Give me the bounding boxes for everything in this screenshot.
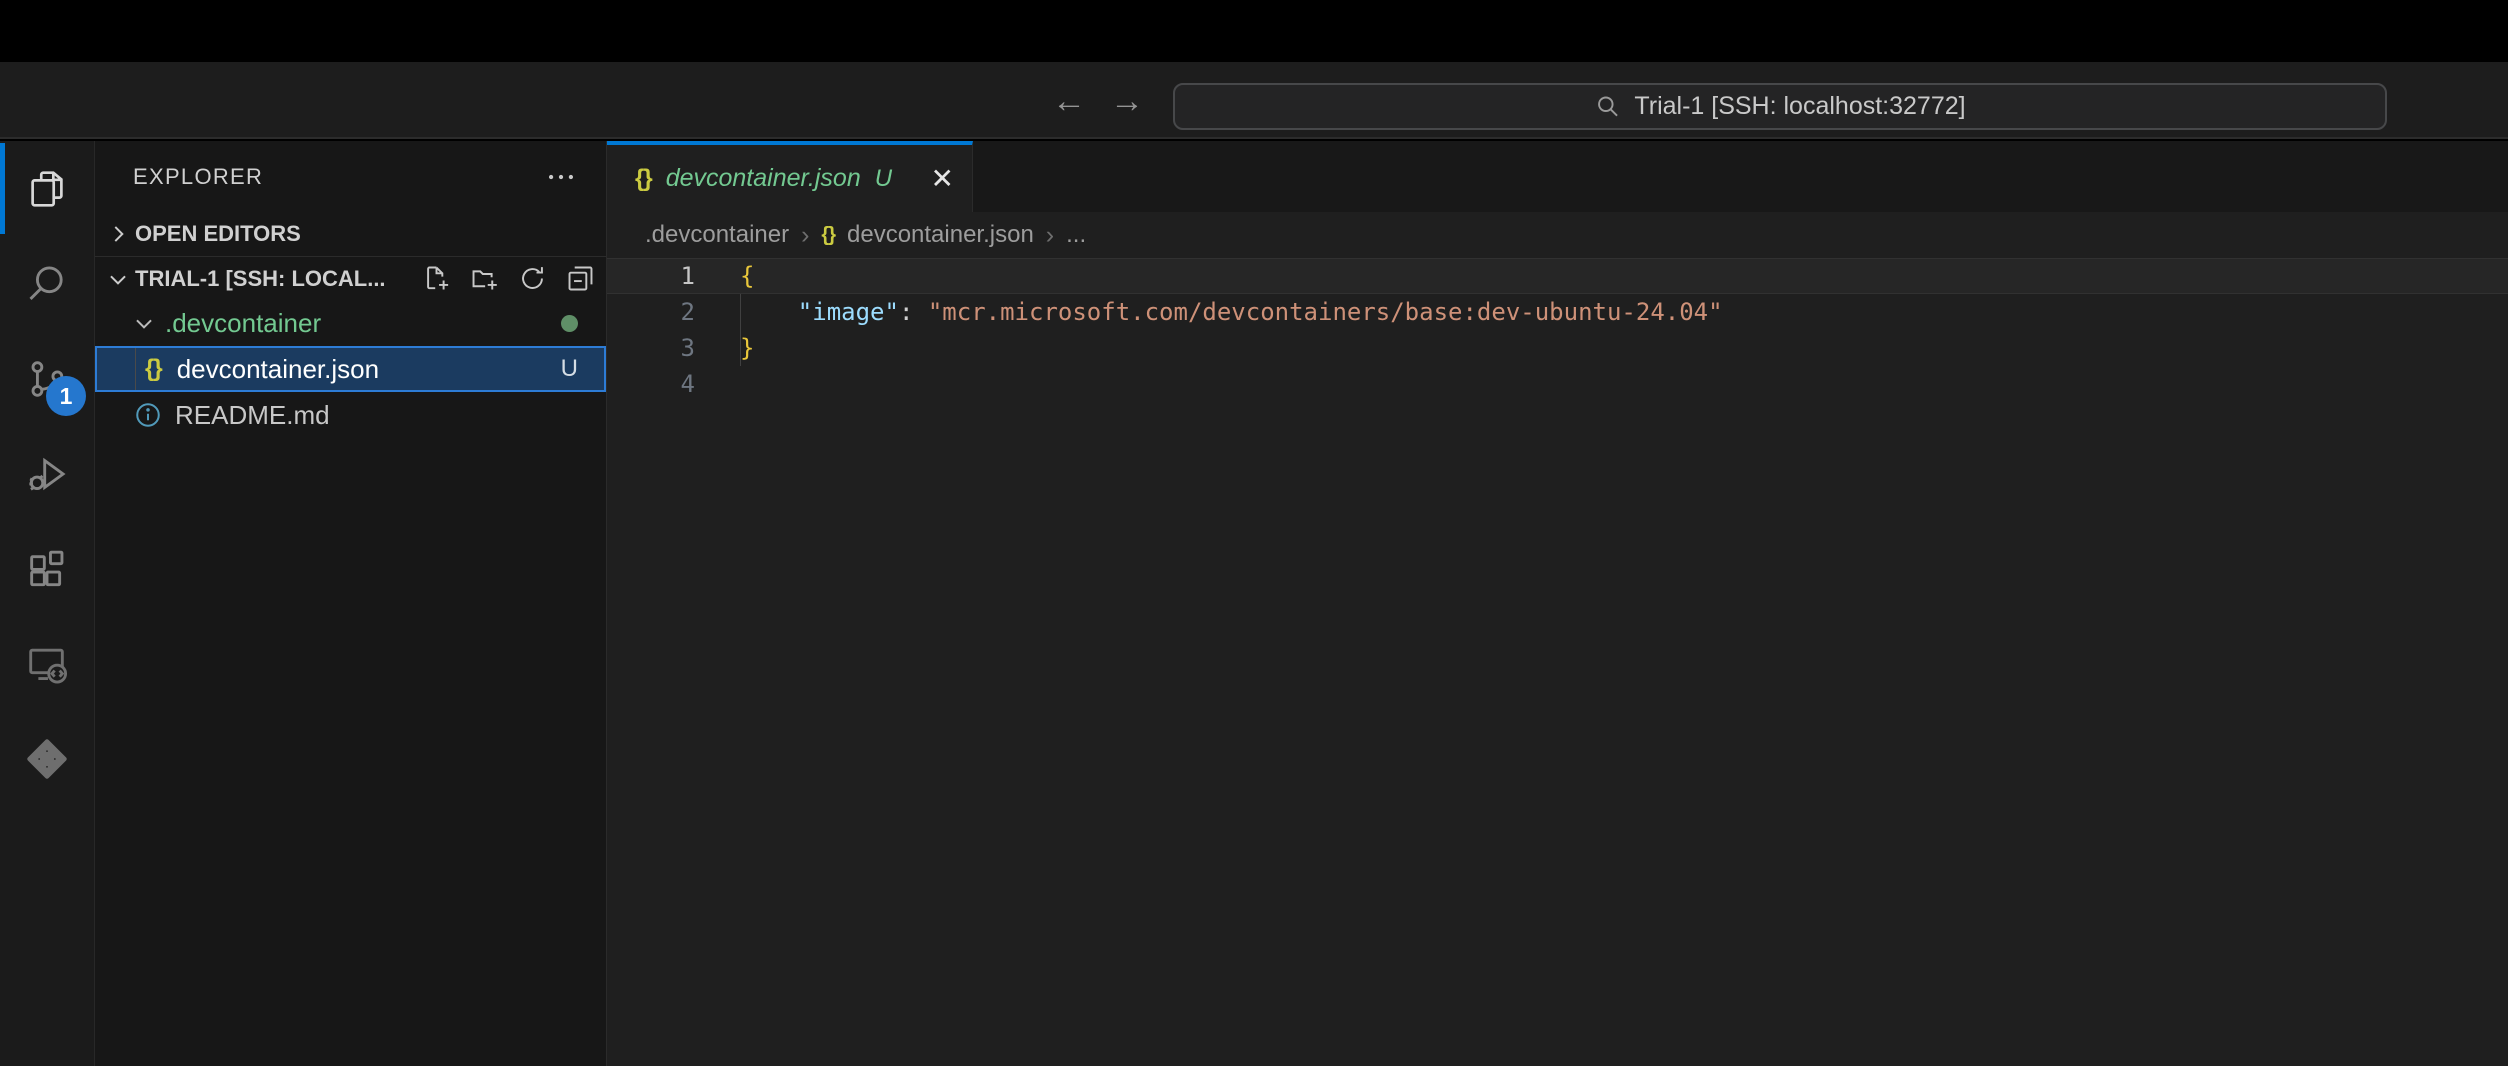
code-token: "image" <box>798 298 899 326</box>
screen-top-black-strip <box>0 0 2508 62</box>
code-token: } <box>740 334 754 362</box>
git-untracked-badge: U <box>561 355 578 383</box>
json-file-icon: {} <box>145 355 162 383</box>
new-folder-icon[interactable] <box>469 263 500 294</box>
window-title: Trial-1 [SSH: localhost:32772] <box>1634 92 1965 121</box>
remote-monitor-icon <box>24 641 70 687</box>
editor-group: {} devcontainer.json U ✕ .devcontainer ›… <box>607 141 2508 1066</box>
activity-remote-explorer[interactable] <box>0 616 94 711</box>
activity-search[interactable] <box>0 236 94 331</box>
indent-guide <box>740 294 741 366</box>
line-number: 2 <box>607 294 740 330</box>
explorer-actions <box>421 263 606 294</box>
more-actions-icon[interactable] <box>544 160 578 194</box>
vscode-window: ← → Trial-1 [SSH: localhost:32772] <box>0 0 2508 1066</box>
history-navigation: ← → <box>1052 62 1144 139</box>
tab-file-name: devcontainer.json <box>666 164 861 193</box>
refresh-icon[interactable] <box>517 263 548 294</box>
chevron-right-icon <box>105 221 131 247</box>
close-icon[interactable]: ✕ <box>931 162 954 195</box>
activity-source-control[interactable]: 1 <box>0 331 94 426</box>
search-icon <box>24 261 70 307</box>
activity-run-debug[interactable] <box>0 426 94 521</box>
back-arrow-icon[interactable]: ← <box>1052 84 1086 118</box>
forward-arrow-icon[interactable]: → <box>1110 84 1144 118</box>
debug-icon <box>24 451 70 497</box>
collapse-all-icon[interactable] <box>565 263 596 294</box>
code-line-3: 3 } <box>607 330 2508 366</box>
search-icon <box>1594 93 1621 120</box>
code-line-1: 1 { <box>607 258 2508 294</box>
tree-indent-guide <box>135 348 136 390</box>
diamond-icon <box>24 736 70 782</box>
breadcrumb-symbol-tail[interactable]: ... <box>1066 221 1086 249</box>
source-control-badge: 1 <box>46 376 86 416</box>
activity-diamond-extension[interactable] <box>0 711 94 806</box>
tab-devcontainer-json[interactable]: {} devcontainer.json U ✕ <box>607 141 973 212</box>
breadcrumb: .devcontainer › {} devcontainer.json › .… <box>607 212 2508 258</box>
json-file-icon: {} <box>821 224 835 247</box>
readme-file-name: README.md <box>175 400 330 431</box>
code-line-2: 2 "image": "mcr.microsoft.com/devcontain… <box>607 294 2508 330</box>
activity-bar: 1 <box>0 141 95 1066</box>
open-editors-section[interactable]: OPEN EDITORS <box>95 212 606 256</box>
activity-explorer[interactable] <box>0 141 94 236</box>
modified-dot-icon <box>561 315 578 332</box>
selected-file-name: devcontainer.json <box>177 354 379 385</box>
tab-bar: {} devcontainer.json U ✕ <box>607 141 2508 212</box>
tree-item-devcontainer-json[interactable]: {} devcontainer.json U <box>95 346 606 392</box>
code-token: "mcr.microsoft.com/devcontainers/base:de… <box>928 298 1723 326</box>
new-file-icon[interactable] <box>421 263 452 294</box>
title-bar: ← → Trial-1 [SSH: localhost:32772] <box>0 62 2508 139</box>
folder-name: .devcontainer <box>165 308 321 339</box>
json-file-icon: {} <box>635 165 652 193</box>
chevron-separator-icon: › <box>801 221 809 250</box>
line-number: 4 <box>607 366 740 402</box>
open-editors-label: OPEN EDITORS <box>135 221 301 247</box>
chevron-separator-icon: › <box>1046 221 1054 250</box>
code-editor[interactable]: 1 { 2 "image": "mcr.microsoft.com/devcon… <box>607 258 2508 1066</box>
tree-item-devcontainer-folder[interactable]: .devcontainer <box>95 300 606 346</box>
code-line-4: 4 <box>607 366 2508 402</box>
chevron-down-icon <box>105 266 131 292</box>
breadcrumb-file[interactable]: devcontainer.json <box>847 221 1034 249</box>
chevron-down-icon <box>131 310 157 336</box>
files-icon <box>24 166 70 212</box>
explorer-sidebar: EXPLORER OPEN EDITORS <box>95 141 607 1066</box>
workbench: 1 <box>0 141 2508 1066</box>
code-token <box>740 298 798 326</box>
sidebar-header: EXPLORER <box>95 141 606 212</box>
code-token: : <box>899 298 928 326</box>
line-number: 3 <box>607 330 740 366</box>
command-center-search-box[interactable]: Trial-1 [SSH: localhost:32772] <box>1173 83 2387 130</box>
line-number: 1 <box>607 258 740 294</box>
code-token: { <box>740 262 754 290</box>
workspace-section[interactable]: TRIAL-1 [SSH: LOCAL... <box>95 256 606 300</box>
extensions-icon <box>24 546 70 592</box>
tree-item-readme[interactable]: README.md <box>95 392 606 438</box>
breadcrumb-folder[interactable]: .devcontainer <box>645 221 789 249</box>
workspace-label: TRIAL-1 [SSH: LOCAL... <box>135 266 386 292</box>
tab-untracked-badge: U <box>875 165 892 193</box>
activity-extensions[interactable] <box>0 521 94 616</box>
info-file-icon <box>133 400 163 430</box>
sidebar-title: EXPLORER <box>133 164 263 190</box>
